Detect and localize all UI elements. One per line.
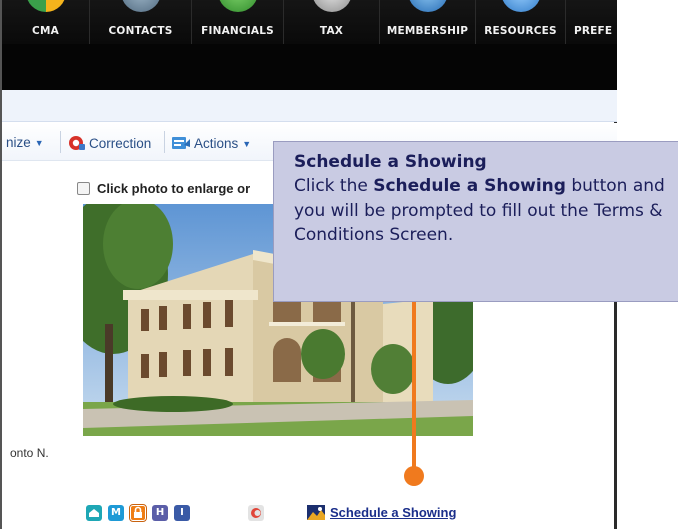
cma-icon	[25, 0, 66, 12]
nav-item-membership[interactable]: MEMBERSHIP	[380, 0, 476, 44]
callout-pointer-dot	[404, 466, 424, 486]
history-icon[interactable]: H	[152, 505, 168, 521]
photo-enlarge-option[interactable]: Click photo to enlarge or	[77, 181, 250, 196]
tutorial-callout: Schedule a Showing Click the Schedule a …	[273, 141, 678, 302]
info-icon[interactable]: I	[174, 505, 190, 521]
photo-option-label: Click photo to enlarge or	[97, 181, 251, 196]
map-icon[interactable]: M	[108, 505, 124, 521]
nav-label: CMA	[32, 25, 59, 37]
lock-icon[interactable]	[129, 504, 147, 522]
callout-pointer-line	[412, 302, 416, 470]
membership-icon	[407, 0, 448, 12]
schedule-showing-icon	[307, 505, 325, 520]
nav-item-contacts[interactable]: CONTACTS	[90, 0, 192, 44]
callout-body-bold: Schedule a Showing	[373, 176, 566, 196]
toolbar-divider	[164, 131, 165, 153]
screenshot-stage: CMA CONTACTS FINANCIALS TAX MEMBERSHIP R…	[0, 0, 678, 529]
correction-label: Correction	[89, 136, 152, 151]
callout-body: Click the Schedule a Showing button and …	[294, 174, 678, 248]
nav-item-resources[interactable]: RESOURCES	[476, 0, 566, 44]
nav-item-tax[interactable]: TAX	[284, 0, 380, 44]
nav-label: CONTACTS	[108, 25, 173, 37]
nav-label: TAX	[319, 25, 344, 37]
nav-item-financials[interactable]: FINANCIALS	[192, 0, 284, 44]
chevron-down-icon: ▼	[34, 138, 44, 148]
nav-label: PREFE	[574, 25, 613, 37]
actions-label: Actions	[194, 136, 239, 151]
nav-item-preferences[interactable]: PREFE	[566, 0, 617, 44]
customize-menu[interactable]: nize ▼	[6, 135, 44, 150]
nav-label: RESOURCES	[484, 25, 557, 37]
photo-checkbox[interactable]	[77, 182, 90, 195]
listing-address: onto N.	[10, 446, 49, 460]
schedule-showing-label: Schedule a Showing	[330, 505, 457, 520]
top-navigation: CMA CONTACTS FINANCIALS TAX MEMBERSHIP R…	[2, 0, 617, 90]
callout-title: Schedule a Showing	[294, 152, 487, 172]
nav-label: FINANCIALS	[201, 25, 274, 37]
correction-button[interactable]: Correction	[68, 135, 151, 151]
tax-icon	[311, 0, 352, 12]
financials-icon	[217, 0, 258, 12]
customize-label: nize	[6, 135, 31, 150]
contacts-icon	[120, 0, 161, 12]
callout-body-pre: Click the	[294, 176, 374, 196]
cloud-cma-icon[interactable]	[248, 505, 264, 521]
chevron-down-icon: ▼	[242, 139, 252, 149]
toolbar-divider	[60, 131, 61, 153]
resources-icon	[500, 0, 541, 12]
correction-icon	[69, 136, 85, 150]
nav-label: MEMBERSHIP	[386, 25, 469, 37]
home-icon[interactable]	[86, 505, 102, 521]
schedule-showing-link[interactable]: Schedule a Showing	[307, 505, 456, 520]
actions-icon	[172, 137, 190, 149]
actions-menu[interactable]: Actions ▼	[171, 135, 251, 151]
nav-item-cma[interactable]: CMA	[2, 0, 90, 44]
sub-header-strip	[2, 90, 617, 122]
